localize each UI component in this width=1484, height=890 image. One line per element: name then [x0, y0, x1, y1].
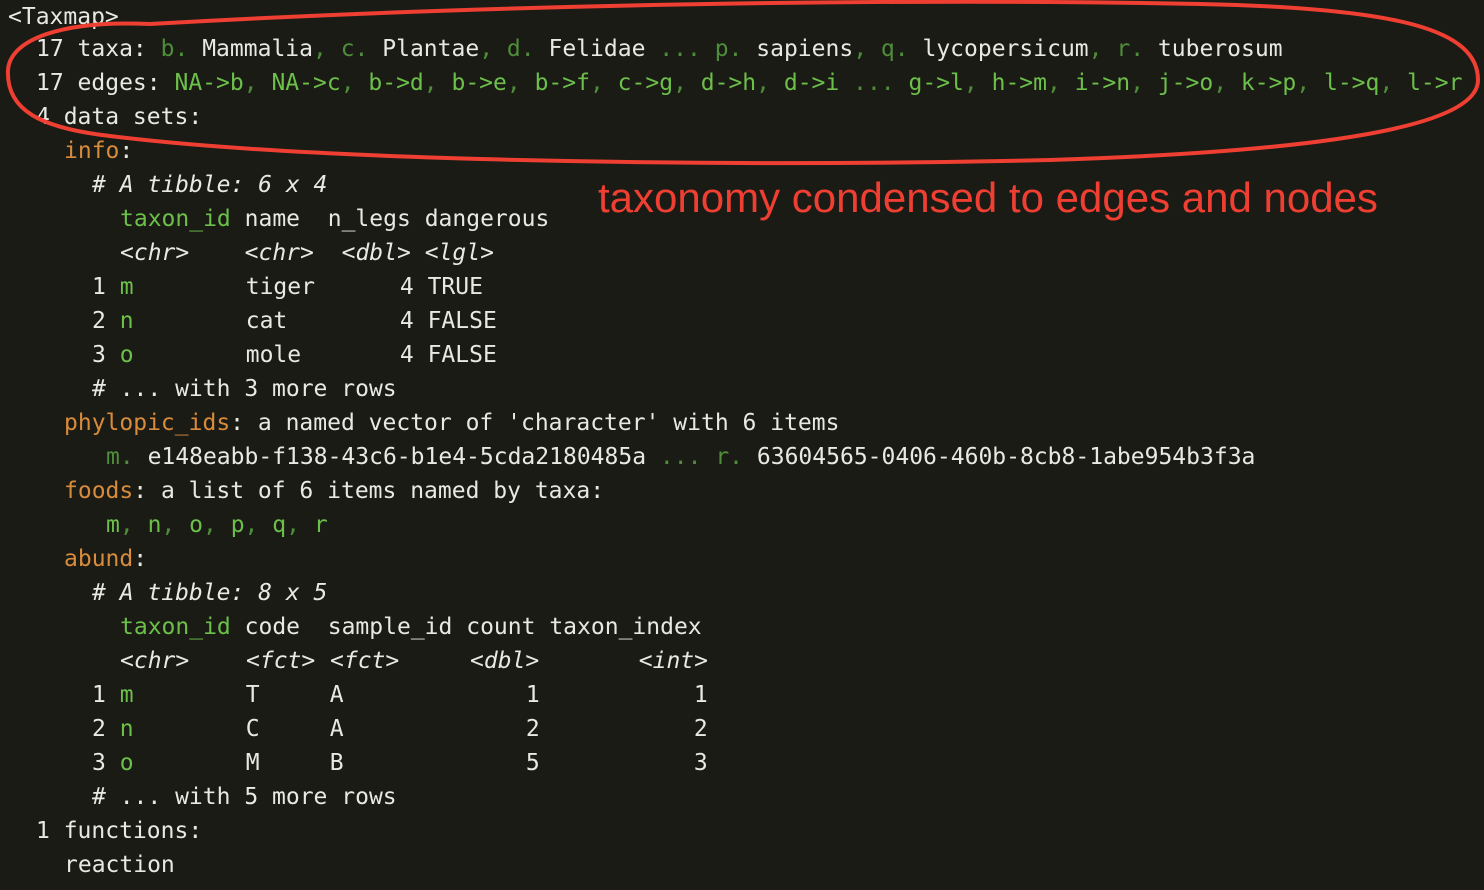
annotation-circle	[5, 0, 1480, 165]
terminal-output: <Taxmap> 17 taxa: b. Mammalia, c. Planta…	[0, 0, 1484, 890]
